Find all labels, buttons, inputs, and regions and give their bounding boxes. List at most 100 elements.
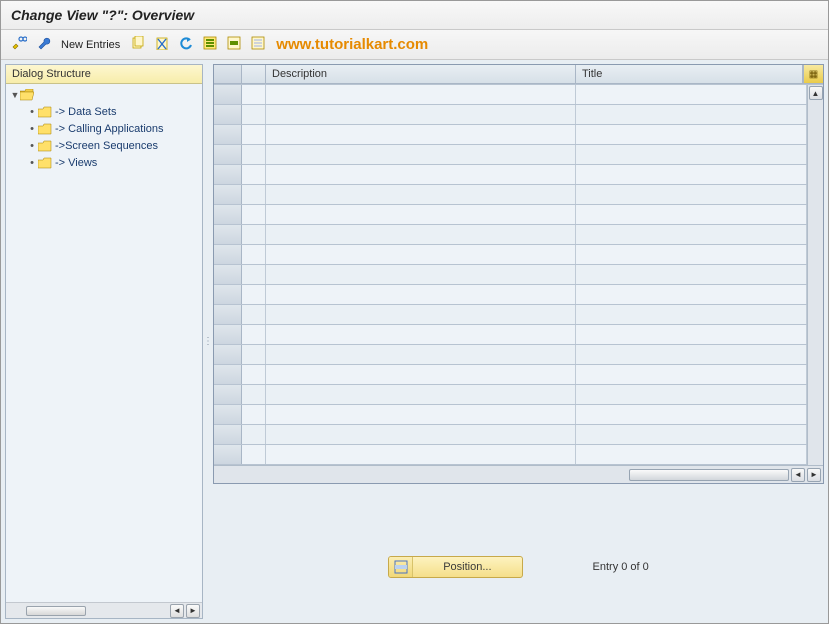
- column-header-title[interactable]: Title: [576, 65, 803, 84]
- cell-title[interactable]: [576, 405, 807, 424]
- scrollbar-thumb[interactable]: [629, 469, 789, 481]
- find-button[interactable]: [33, 35, 53, 55]
- select-block-button[interactable]: [224, 35, 244, 55]
- table-row[interactable]: [214, 325, 807, 345]
- cell-blank[interactable]: [242, 325, 266, 344]
- scroll-right-icon[interactable]: ►: [186, 604, 200, 618]
- cell-description[interactable]: [266, 85, 576, 104]
- column-header-description[interactable]: Description: [266, 65, 576, 84]
- cell-title[interactable]: [576, 165, 807, 184]
- table-row[interactable]: [214, 345, 807, 365]
- tree-node-views[interactable]: • -> Views: [6, 154, 202, 171]
- configure-columns-button[interactable]: ▦: [803, 65, 823, 84]
- cell-blank[interactable]: [242, 125, 266, 144]
- cell-blank[interactable]: [242, 245, 266, 264]
- cell-title[interactable]: [576, 425, 807, 444]
- cell-title[interactable]: [576, 205, 807, 224]
- cell-title[interactable]: [576, 85, 807, 104]
- row-selector[interactable]: [214, 165, 242, 184]
- cell-blank[interactable]: [242, 265, 266, 284]
- table-row[interactable]: [214, 425, 807, 445]
- cell-description[interactable]: [266, 165, 576, 184]
- cell-description[interactable]: [266, 185, 576, 204]
- cell-description[interactable]: [266, 385, 576, 404]
- cell-blank[interactable]: [242, 85, 266, 104]
- delete-button[interactable]: [152, 35, 172, 55]
- scroll-left-icon[interactable]: ◄: [170, 604, 184, 618]
- cell-blank[interactable]: [242, 405, 266, 424]
- cell-title[interactable]: [576, 445, 807, 464]
- cell-title[interactable]: [576, 365, 807, 384]
- cell-description[interactable]: [266, 365, 576, 384]
- row-selector[interactable]: [214, 225, 242, 244]
- table-row[interactable]: [214, 205, 807, 225]
- row-selector[interactable]: [214, 285, 242, 304]
- cell-description[interactable]: [266, 445, 576, 464]
- table-row[interactable]: [214, 105, 807, 125]
- row-selector[interactable]: [214, 405, 242, 424]
- cell-title[interactable]: [576, 305, 807, 324]
- cell-blank[interactable]: [242, 185, 266, 204]
- row-selector[interactable]: [214, 145, 242, 164]
- tree-node-data-sets[interactable]: • -> Data Sets: [6, 103, 202, 120]
- cell-description[interactable]: [266, 245, 576, 264]
- cell-blank[interactable]: [242, 105, 266, 124]
- scrollbar-track[interactable]: [244, 469, 789, 481]
- row-selector[interactable]: [214, 365, 242, 384]
- cell-description[interactable]: [266, 405, 576, 424]
- table-row[interactable]: [214, 285, 807, 305]
- cell-title[interactable]: [576, 125, 807, 144]
- cell-title[interactable]: [576, 225, 807, 244]
- cell-description[interactable]: [266, 205, 576, 224]
- position-button[interactable]: Position...: [388, 556, 522, 578]
- table-row[interactable]: [214, 265, 807, 285]
- column-header-blank[interactable]: [242, 65, 266, 84]
- row-selector[interactable]: [214, 125, 242, 144]
- splitter-handle[interactable]: ⋮: [205, 60, 211, 623]
- table-row[interactable]: [214, 385, 807, 405]
- table-row[interactable]: [214, 365, 807, 385]
- toggle-display-change-button[interactable]: [9, 35, 29, 55]
- cell-title[interactable]: [576, 265, 807, 284]
- table-row[interactable]: [214, 185, 807, 205]
- cell-blank[interactable]: [242, 205, 266, 224]
- cell-description[interactable]: [266, 265, 576, 284]
- scrollbar-thumb[interactable]: [26, 606, 86, 616]
- cell-description[interactable]: [266, 285, 576, 304]
- cell-title[interactable]: [576, 345, 807, 364]
- row-selector[interactable]: [214, 265, 242, 284]
- row-selector[interactable]: [214, 305, 242, 324]
- select-all-button[interactable]: [200, 35, 220, 55]
- cell-blank[interactable]: [242, 225, 266, 244]
- row-selector[interactable]: [214, 345, 242, 364]
- cell-title[interactable]: [576, 185, 807, 204]
- row-selector[interactable]: [214, 385, 242, 404]
- cell-description[interactable]: [266, 225, 576, 244]
- tree-hscrollbar[interactable]: ◄ ►: [6, 602, 202, 618]
- cell-blank[interactable]: [242, 385, 266, 404]
- scroll-up-icon[interactable]: ▲: [809, 86, 823, 100]
- table-row[interactable]: [214, 225, 807, 245]
- cell-blank[interactable]: [242, 365, 266, 384]
- undo-change-button[interactable]: [176, 35, 196, 55]
- cell-description[interactable]: [266, 105, 576, 124]
- table-row[interactable]: [214, 165, 807, 185]
- tree-node-calling-applications[interactable]: • -> Calling Applications: [6, 120, 202, 137]
- grid-vscrollbar[interactable]: ▲ ▼: [807, 85, 823, 465]
- cell-description[interactable]: [266, 125, 576, 144]
- cell-title[interactable]: [576, 285, 807, 304]
- tree-node-screen-sequences[interactable]: • ->Screen Sequences: [6, 137, 202, 154]
- row-selector[interactable]: [214, 425, 242, 444]
- row-selector[interactable]: [214, 105, 242, 124]
- collapse-icon[interactable]: ▼: [10, 90, 20, 100]
- table-row[interactable]: [214, 445, 807, 465]
- select-all-rows-button[interactable]: [214, 65, 242, 84]
- grid-hscrollbar[interactable]: ◄ ►: [214, 465, 823, 483]
- new-entries-button[interactable]: New Entries: [57, 39, 124, 51]
- cell-description[interactable]: [266, 425, 576, 444]
- cell-description[interactable]: [266, 325, 576, 344]
- cell-blank[interactable]: [242, 165, 266, 184]
- copy-as-button[interactable]: [128, 35, 148, 55]
- cell-title[interactable]: [576, 385, 807, 404]
- row-selector[interactable]: [214, 205, 242, 224]
